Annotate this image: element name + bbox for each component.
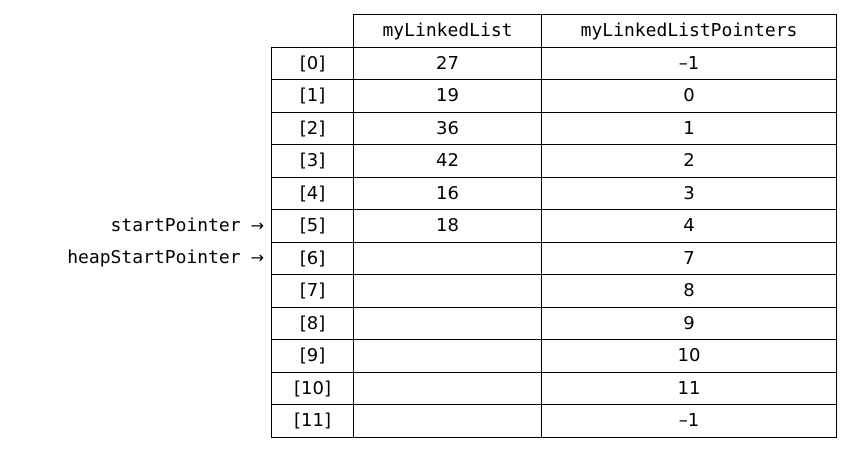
list-value-cell: 18 [353,209,542,243]
index-cell: [8] [271,306,354,340]
list-value-cell [353,371,542,405]
pointer-value-cell: 9 [541,306,837,340]
list-value-cell [353,241,542,275]
pointer-value-cell: 10 [541,339,837,373]
corner-cell [271,14,354,48]
table-row: [6] 7 [271,241,837,275]
table-row: [2] 36 1 [271,111,837,145]
right-arrow-icon: → [250,248,264,268]
header-mylinkedlist: myLinkedList [353,14,542,48]
header-row: myLinkedList myLinkedListPointers [271,14,837,48]
pointer-label: heapStartPointer → [67,248,264,268]
list-value-cell: 27 [353,46,542,80]
pointer-value-cell: 2 [541,144,837,178]
table-row: [10] 11 [271,371,837,405]
table-row: [0] 27 –1 [271,46,837,80]
table-row: [4] 16 3 [271,176,837,210]
list-value-cell [353,404,542,438]
index-cell: [1] [271,79,354,113]
table-row: [11] –1 [271,404,837,438]
index-cell: [0] [271,46,354,80]
list-value-cell: 19 [353,79,542,113]
pointer-name: heapStartPointer [67,247,241,269]
list-value-cell [353,306,542,340]
pointer-value-cell: 3 [541,176,837,210]
list-value-cell: 16 [353,176,542,210]
pointer-name: startPointer [110,214,241,236]
index-cell: [3] [271,144,354,178]
pointer-value-cell: 7 [541,241,837,275]
index-cell: [7] [271,274,354,308]
index-cell: [10] [271,371,354,405]
index-cell: [4] [271,176,354,210]
pointer-value-cell: –1 [541,404,837,438]
index-cell: [11] [271,404,354,438]
index-cell: [9] [271,339,354,373]
table-row: [5] 18 4 [271,209,837,243]
pointer-value-cell: 11 [541,371,837,405]
linked-list-diagram: myLinkedList myLinkedListPointers [0] 27–… [0,0,846,452]
index-cell: [5] [271,209,354,243]
list-value-cell [353,339,542,373]
pointer-value-cell: 4 [541,209,837,243]
pointer-value-cell: 0 [541,79,837,113]
index-cell: [2] [271,111,354,145]
index-cell: [6] [271,241,354,275]
pointer-value-cell: 1 [541,111,837,145]
table-row: [1] 19 0 [271,79,837,113]
table-row: [3] 42 2 [271,144,837,178]
linked-list-table: myLinkedList myLinkedListPointers [0] 27–… [271,14,837,438]
list-value-cell: 42 [353,144,542,178]
pointer-value-cell: 8 [541,274,837,308]
header-mylinkedlistpointers: myLinkedListPointers [541,14,837,48]
table-row: [7] 8 [271,274,837,308]
pointer-value-cell: –1 [541,46,837,80]
right-arrow-icon: → [250,215,264,235]
pointer-label: startPointer → [110,214,264,236]
list-value-cell [353,274,542,308]
table-row: [8] 9 [271,306,837,340]
table-row: [9] 10 [271,339,837,373]
list-value-cell: 36 [353,111,542,145]
